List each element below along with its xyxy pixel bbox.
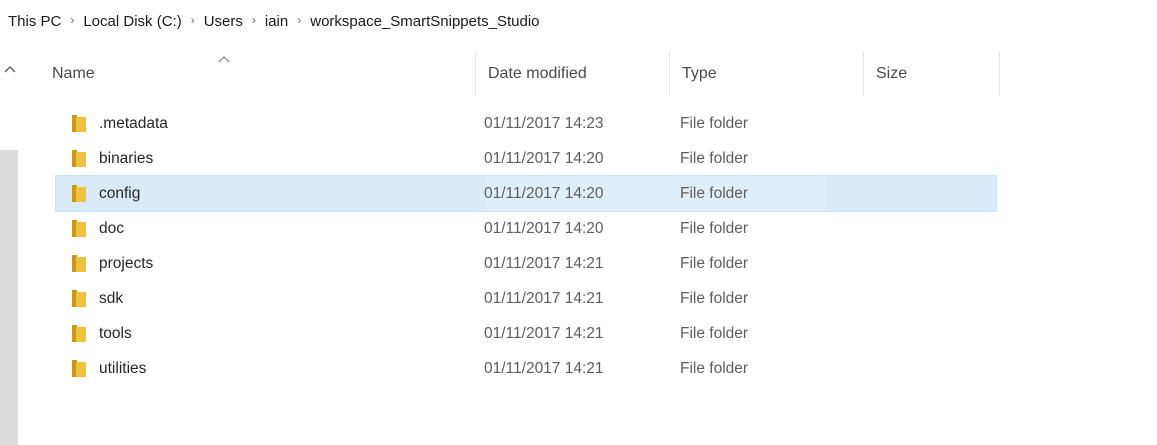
folder-icon <box>72 290 86 307</box>
file-date-modified: 01/11/2017 14:21 <box>484 289 604 307</box>
file-type: File folder <box>680 254 749 272</box>
scroll-up-icon[interactable] <box>0 56 20 82</box>
column-header-row: Name Date modified Type Size <box>40 52 1000 96</box>
breadcrumb-iain[interactable]: iain <box>265 13 288 30</box>
file-type: File folder <box>680 359 749 377</box>
folder-icon <box>72 220 86 237</box>
column-header-type[interactable]: Type <box>670 52 864 96</box>
table-row[interactable]: .metadata 01/11/2017 14:23 File folder <box>56 106 996 141</box>
file-date-modified: 01/11/2017 14:20 <box>484 184 604 202</box>
folder-icon <box>72 255 86 272</box>
breadcrumb-users[interactable]: Users <box>204 13 243 30</box>
folder-icon <box>72 360 86 377</box>
table-row[interactable]: doc 01/11/2017 14:20 File folder <box>56 211 996 246</box>
file-type: File folder <box>680 184 749 202</box>
folder-icon <box>72 150 86 167</box>
breadcrumb-local-disk[interactable]: Local Disk (C:) <box>83 13 181 30</box>
column-header-name-label: Name <box>52 65 95 82</box>
file-name: .metadata <box>99 114 168 132</box>
file-date-modified: 01/11/2017 14:20 <box>484 149 604 167</box>
file-date-modified: 01/11/2017 14:21 <box>484 359 604 377</box>
file-list: .metadata 01/11/2017 14:23 File folder b… <box>55 106 997 386</box>
folder-icon <box>72 185 86 202</box>
table-row[interactable]: sdk 01/11/2017 14:21 File folder <box>56 281 996 316</box>
file-date-modified: 01/11/2017 14:20 <box>484 219 604 237</box>
chevron-right-icon[interactable]: › <box>297 13 301 27</box>
chevron-right-icon[interactable]: › <box>252 13 256 27</box>
file-type: File folder <box>680 289 749 307</box>
file-name: projects <box>99 254 154 272</box>
file-name: binaries <box>99 149 154 167</box>
chevron-right-icon[interactable]: › <box>191 13 195 27</box>
file-name: utilities <box>99 359 147 377</box>
file-date-modified: 01/11/2017 14:21 <box>484 324 604 342</box>
folder-icon <box>72 325 86 342</box>
file-name: config <box>99 184 141 202</box>
file-name: tools <box>99 324 132 342</box>
vertical-scrollbar[interactable] <box>0 56 20 445</box>
file-date-modified: 01/11/2017 14:21 <box>484 254 604 272</box>
file-name: sdk <box>99 289 124 307</box>
scrollbar-thumb[interactable] <box>0 150 18 445</box>
breadcrumb-workspace[interactable]: workspace_SmartSnippets_Studio <box>310 13 539 30</box>
breadcrumb-this-pc[interactable]: This PC <box>8 13 61 30</box>
column-header-type-label: Type <box>682 65 717 82</box>
table-row[interactable]: utilities 01/11/2017 14:21 File folder <box>56 351 996 386</box>
file-type: File folder <box>680 324 749 342</box>
column-header-name[interactable]: Name <box>40 52 476 96</box>
column-header-date-label: Date modified <box>488 65 587 82</box>
folder-icon <box>72 115 86 132</box>
table-row[interactable]: projects 01/11/2017 14:21 File folder <box>56 246 996 281</box>
column-header-date-modified[interactable]: Date modified <box>476 52 670 96</box>
column-header-size[interactable]: Size <box>864 52 1000 96</box>
file-type: File folder <box>680 219 749 237</box>
file-type: File folder <box>680 114 749 132</box>
file-type: File folder <box>680 149 749 167</box>
breadcrumb: This PC › Local Disk (C:) › Users › iain… <box>0 0 1157 42</box>
table-row[interactable]: binaries 01/11/2017 14:20 File folder <box>56 141 996 176</box>
file-date-modified: 01/11/2017 14:23 <box>484 114 604 132</box>
table-row-selected[interactable]: config 01/11/2017 14:20 File folder <box>55 175 997 212</box>
file-name: doc <box>99 219 124 237</box>
chevron-right-icon[interactable]: › <box>70 13 74 27</box>
table-row[interactable]: tools 01/11/2017 14:21 File folder <box>56 316 996 351</box>
sort-ascending-icon <box>218 50 230 68</box>
column-header-size-label: Size <box>876 65 908 82</box>
